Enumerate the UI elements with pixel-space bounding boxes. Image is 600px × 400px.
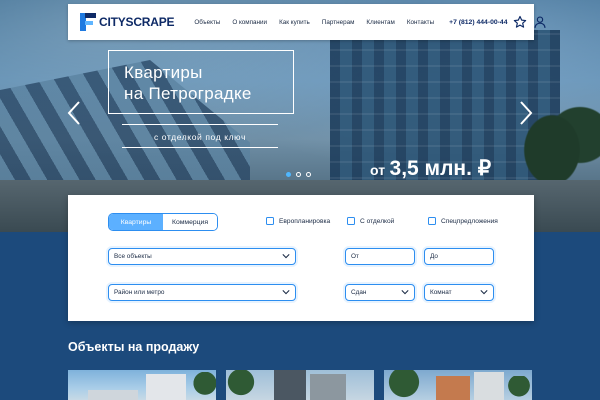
nav-item-how-to-buy[interactable]: Как купить xyxy=(279,19,310,26)
card-tree-image xyxy=(384,370,424,400)
card-building-image xyxy=(88,390,138,400)
tab-commercial[interactable]: Коммерция xyxy=(163,214,217,230)
hero-title-line-2: на Петроградке xyxy=(124,84,252,103)
checkbox-icon[interactable] xyxy=(428,217,436,225)
card-building-image xyxy=(474,372,504,400)
checkbox-euro-layout[interactable]: Европланировка xyxy=(266,217,330,225)
checkbox-label: С отделкой xyxy=(360,217,395,225)
objects-select-value: Все объекты xyxy=(114,253,152,260)
slider-dot-1[interactable] xyxy=(286,172,291,177)
card-building-image xyxy=(146,374,186,400)
price-value: 3,5 млн. ₽ xyxy=(389,157,492,180)
slider-next-button[interactable] xyxy=(518,100,534,126)
checkbox-label: Спецпредложения xyxy=(441,217,498,225)
status-select-value: Сдан xyxy=(351,289,367,296)
hero-subtitle: с отделкой под ключ xyxy=(153,132,247,142)
checkbox-special-offers[interactable]: Спецпредложения xyxy=(428,217,498,225)
chevron-right-icon xyxy=(520,101,533,125)
property-card[interactable] xyxy=(68,370,216,400)
card-tree-image xyxy=(506,376,532,400)
checkbox-with-finish[interactable]: С отделкой xyxy=(347,217,394,225)
objects-select[interactable]: Все объекты xyxy=(108,248,296,265)
price-prefix: от xyxy=(370,162,386,178)
property-type-toggle: Квартиры Коммерция xyxy=(108,213,218,231)
slider-dot-3[interactable] xyxy=(306,172,311,177)
search-filter-panel: Квартиры Коммерция Европланировка С отде… xyxy=(68,195,534,321)
nav-item-objects[interactable]: Объекты xyxy=(194,19,220,26)
user-icon[interactable] xyxy=(533,15,547,29)
property-card[interactable] xyxy=(384,370,532,400)
chevron-down-icon xyxy=(282,254,290,259)
card-building-image xyxy=(274,370,306,400)
nav-item-contacts[interactable]: Контакты xyxy=(407,19,434,26)
status-select[interactable]: Сдан xyxy=(345,284,415,301)
location-select-value: Район или метро xyxy=(114,289,165,296)
chevron-down-icon xyxy=(401,290,409,295)
checkbox-label: Европланировка xyxy=(279,217,331,225)
location-select[interactable]: Район или метро xyxy=(108,284,296,301)
hero-title-line-1: Квартиры xyxy=(124,63,203,82)
checkbox-icon[interactable] xyxy=(347,217,355,225)
logo-text: CITYSCRAPE xyxy=(99,15,175,29)
hero-title: Квартиры на Петроградке xyxy=(124,62,252,104)
nav-item-clients[interactable]: Клиентам xyxy=(366,19,394,26)
card-tree-image xyxy=(226,370,256,400)
logo-mark-icon xyxy=(80,13,96,31)
card-building-image xyxy=(310,374,346,400)
property-card[interactable] xyxy=(226,370,374,400)
logo[interactable]: CITYSCRAPE xyxy=(80,13,175,31)
card-tree-image xyxy=(193,372,216,400)
card-building-image xyxy=(436,376,470,400)
nav-item-partners[interactable]: Партнерам xyxy=(322,19,355,26)
chevron-left-icon xyxy=(67,101,80,125)
site-header: CITYSCRAPE Объекты О компании Как купить… xyxy=(68,4,547,40)
phone-number[interactable]: +7 (812) 444-00-44 xyxy=(449,19,507,26)
price-to-input[interactable]: До xyxy=(424,248,494,265)
slider-prev-button[interactable] xyxy=(66,100,82,126)
price-to-placeholder: До xyxy=(430,253,438,260)
price-from-input[interactable]: От xyxy=(345,248,415,265)
chevron-down-icon xyxy=(282,290,290,295)
tab-apartments[interactable]: Квартиры xyxy=(109,214,163,230)
price-from-placeholder: От xyxy=(351,253,359,260)
section-title: Объекты на продажу xyxy=(68,340,200,354)
rooms-select-value: Комнат xyxy=(430,289,452,296)
slider-dots xyxy=(286,172,311,177)
slider-dot-2[interactable] xyxy=(296,172,301,177)
hero-subtitle-box: с отделкой под ключ xyxy=(122,124,278,148)
nav-item-about[interactable]: О компании xyxy=(232,19,267,26)
main-nav: Объекты О компании Как купить Партнерам … xyxy=(194,19,434,26)
rooms-select[interactable]: Комнат xyxy=(424,284,494,301)
hero-price: от 3,5 млн. ₽ xyxy=(370,156,491,181)
star-icon[interactable] xyxy=(513,15,527,29)
checkbox-icon[interactable] xyxy=(266,217,274,225)
chevron-down-icon xyxy=(480,290,488,295)
